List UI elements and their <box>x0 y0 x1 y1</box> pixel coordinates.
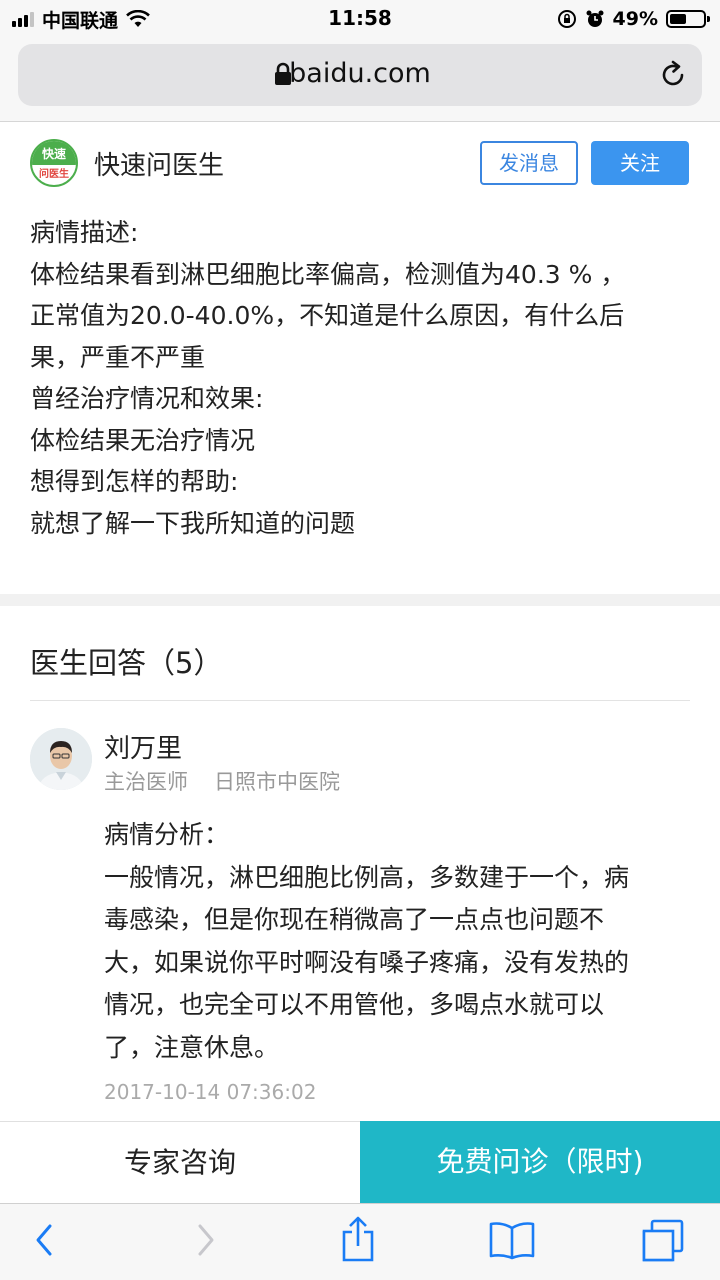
question-line: 果，严重不严重 <box>30 342 206 372</box>
forward-icon[interactable] <box>190 1218 220 1262</box>
answer-line: 大，如果说你平时啊没有嗓子疼痛，没有发热的 <box>104 947 630 977</box>
back-icon[interactable] <box>30 1218 60 1262</box>
site-header: 快速 问医生 快速问医生 发消息 关注 <box>0 123 720 205</box>
share-icon[interactable] <box>338 1214 378 1264</box>
url-text: baidu.com <box>289 58 431 89</box>
rotation-lock-icon <box>557 10 576 28</box>
question-line: 正常值为20.0-40.0%，不知道是什么原因，有什么后 <box>30 301 625 330</box>
doctor-meta: 主治医师 日照市中医院 <box>104 766 340 796</box>
answer-line: 情况，也完全可以不用管他，多喝点水就可以 <box>104 990 605 1019</box>
site-logo[interactable]: 快速 问医生 <box>30 139 78 187</box>
question-description: 病情描述: 体检结果看到淋巴细胞比率偏高，检测值为40.3 % ， 正常值为20… <box>30 212 690 544</box>
doctor-avatar[interactable] <box>30 728 92 790</box>
reload-icon[interactable] <box>658 60 688 90</box>
browser-toolbar <box>0 1203 720 1280</box>
logo-bottom-text: 问医生 <box>39 169 69 181</box>
question-line: 体检结果看到淋巴细胞比率偏高，检测值为40.3 % ， <box>30 259 626 289</box>
battery-icon <box>666 10 710 28</box>
expert-consult-button[interactable]: 专家咨询 <box>0 1121 360 1203</box>
question-line: 想得到怎样的帮助: <box>30 467 239 496</box>
answer-line: 一般情况，淋巴细胞比例高，多数建于一个，病 <box>104 862 630 892</box>
answer-body: 病情分析： 一般情况，淋巴细胞比例高，多数建于一个，病 毒感染，但是你现在稍微高… <box>104 814 694 1069</box>
avatar-image <box>30 728 92 790</box>
doctor-name[interactable]: 刘万里 <box>104 728 182 765</box>
answer-line: 病情分析： <box>104 820 230 849</box>
follow-button[interactable]: 关注 <box>591 141 689 185</box>
answers-title: 医生回答（5） <box>30 646 223 680</box>
action-bar: 专家咨询 免费问诊（限时) <box>0 1121 720 1203</box>
battery-fill <box>670 14 686 24</box>
question-line: 曾经治疗情况和效果: <box>30 384 264 413</box>
divider <box>30 700 690 701</box>
battery-percent: 49% <box>612 8 658 30</box>
answer-line: 了，注意休息。 <box>104 1032 280 1062</box>
status-right: 49% <box>557 6 710 32</box>
logo-top-text: 快速 <box>32 141 76 166</box>
answer-timestamp: 2017-10-14 07:36:02 <box>104 1080 317 1104</box>
alarm-icon <box>586 10 604 27</box>
doctor-hospital: 日照市中医院 <box>214 770 340 794</box>
address-bar[interactable]: baidu.com <box>18 44 702 106</box>
section-divider <box>0 594 720 606</box>
answer-line: 毒感染，但是你现在稍微高了一点点也问题不 <box>104 905 605 934</box>
browser-address-area: baidu.com <box>0 38 720 122</box>
free-consult-button[interactable]: 免费问诊（限时) <box>360 1121 720 1203</box>
bookmarks-icon[interactable] <box>488 1220 536 1260</box>
question-line: 就想了解一下我所知道的问题 <box>30 508 356 538</box>
question-line: 病情描述: <box>30 218 139 247</box>
question-line: 体检结果无治疗情况 <box>30 425 256 455</box>
doctor-title: 主治医师 <box>104 770 188 794</box>
site-name[interactable]: 快速问医生 <box>94 145 224 182</box>
status-bar: 中国联通 11:58 49% <box>0 0 720 38</box>
tabs-icon[interactable] <box>640 1218 686 1264</box>
send-message-button[interactable]: 发消息 <box>480 141 578 185</box>
